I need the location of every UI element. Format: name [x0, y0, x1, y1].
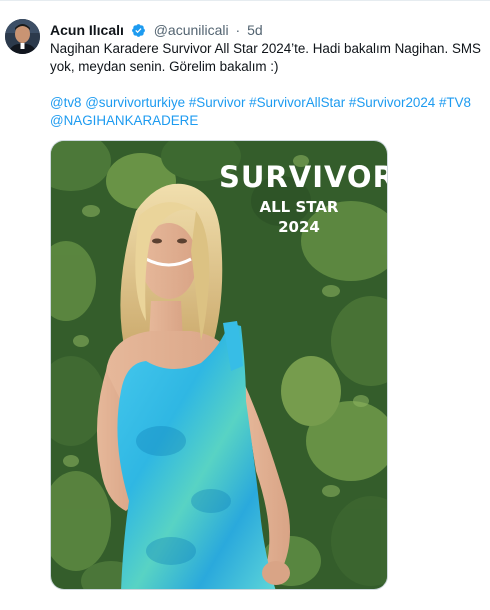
author-name[interactable]: Acun Ilıcalı — [50, 22, 124, 38]
survivor-logo: SURVIVOR ALL STAR 2024 — [219, 160, 388, 237]
tweet[interactable]: Acun Ilıcalı @acunilicali · 5d Nagihan K… — [0, 0, 490, 610]
avatar[interactable] — [5, 19, 40, 54]
tweet-text-line: yok, meydan senin. Görelim bakalım :) — [50, 59, 279, 74]
tags-line: @tv8 @survivorturkiye #Survivor #Survivo… — [50, 94, 475, 112]
hashtag-survivorallstar[interactable]: #SurvivorAllStar — [249, 95, 345, 110]
verified-badge-icon — [131, 23, 146, 38]
logo-subtitle-year: 2024 — [278, 218, 320, 236]
author-handle[interactable]: @acunilicali — [154, 22, 229, 38]
tweet-text: Nagihan Karadere Survivor All Star 2024’… — [50, 40, 481, 76]
hashtag-tv8[interactable]: #TV8 — [439, 95, 471, 110]
logo-subtitle-allstar: ALL STAR — [259, 198, 339, 216]
mention-survivorturkiye[interactable]: @survivorturkiye — [85, 95, 185, 110]
tweet-tags: @tv8 @survivorturkiye #Survivor #Survivo… — [50, 94, 475, 130]
hashtag-survivor2024[interactable]: #Survivor2024 — [349, 95, 435, 110]
tweet-header: Acun Ilıcalı @acunilicali · 5d — [50, 21, 263, 39]
tweet-media-image[interactable]: SURVIVOR ALL STAR 2024 — [50, 140, 388, 590]
meta-separator: · — [235, 22, 241, 38]
tags-line: @NAGIHANKARADERE — [50, 112, 475, 130]
tweet-text-line: Nagihan Karadere Survivor All Star 2024’… — [50, 41, 481, 56]
logo-title: SURVIVOR — [219, 160, 388, 194]
mention-nagihankaradere[interactable]: @NAGIHANKARADERE — [50, 113, 198, 128]
hashtag-survivor[interactable]: #Survivor — [189, 95, 246, 110]
mention-tv8[interactable]: @tv8 — [50, 95, 81, 110]
timestamp[interactable]: 5d — [247, 22, 263, 38]
